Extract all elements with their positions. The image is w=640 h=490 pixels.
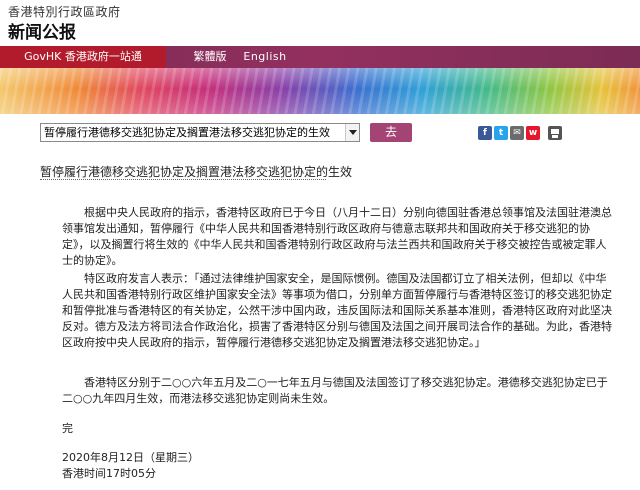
title-divider <box>40 179 326 180</box>
weibo-icon[interactable]: w <box>526 126 540 140</box>
page-title: 新闻公报 <box>8 23 76 43</box>
banner-fade <box>0 68 640 114</box>
article-select[interactable]: 暂停履行港德移交逃犯协定及搁置港法移交逃犯协定的生效 <box>40 123 360 142</box>
traditional-chinese-link[interactable]: 繁體版 <box>186 46 234 68</box>
govhk-portal-link[interactable]: GovHK 香港政府一站通 <box>0 46 166 68</box>
decorative-banner <box>0 68 640 114</box>
article-title: 暂停履行港德移交逃犯协定及搁置港法移交逃犯协定的生效 <box>40 165 353 179</box>
email-icon[interactable]: ✉ <box>510 126 524 140</box>
twitter-icon[interactable]: t <box>494 126 508 140</box>
article-paragraph: 特区政府发言人表示：「通过法律维护国家安全，是国际惯例。德国及法国都订立了相关法… <box>62 272 612 349</box>
article-select-value: 暂停履行港德移交逃犯协定及搁置港法移交逃犯协定的生效 <box>44 126 330 139</box>
article-paragraph: 根据中央人民政府的指示，香港特区政府已于今日（八月十二日）分别向德国驻香港总领事… <box>62 206 612 267</box>
chevron-down-icon[interactable] <box>345 124 359 141</box>
site-header: 香港特別行政區政府 新闻公报 <box>0 0 640 44</box>
print-icon[interactable] <box>548 126 562 140</box>
facebook-icon[interactable]: f <box>478 126 492 140</box>
go-button[interactable]: 去 <box>370 123 412 142</box>
article-end-mark: 完 <box>62 422 73 435</box>
article-time: 香港时间17时05分 <box>62 467 156 480</box>
article-toolbar: 暂停履行港德移交逃犯协定及搁置港法移交逃犯协定的生效 去 f t ✉ w <box>0 114 640 154</box>
top-nav-bar: GovHK 香港政府一站通 繁體版 English <box>0 46 640 68</box>
english-link[interactable]: English <box>240 46 290 68</box>
article-date: 2020年8月12日（星期三） <box>62 451 199 464</box>
article-paragraph: 香港特区分别于二○○六年五月及二○一七年五月与德国及法国签订了移交逃犯协定。港德… <box>62 376 608 405</box>
